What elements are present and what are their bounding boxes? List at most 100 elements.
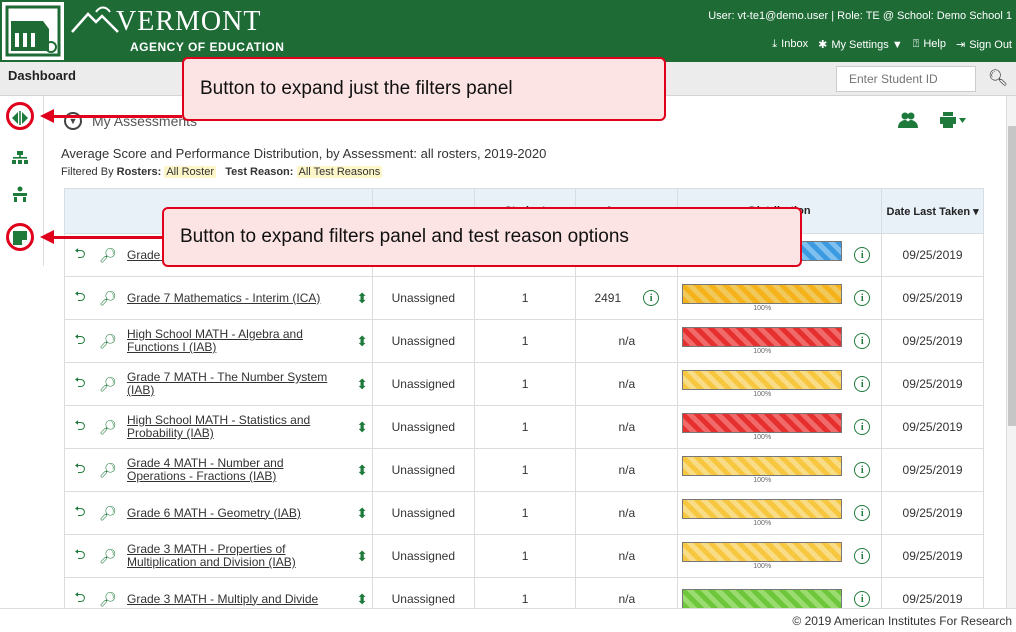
info-icon[interactable]: i (854, 462, 871, 478)
distribution-bar[interactable]: 100% (682, 327, 843, 355)
signout-link[interactable]: ⇥ Sign Out (956, 38, 1012, 51)
status-cell: Unassigned (371, 534, 475, 578)
average-cell: 2491 i (575, 276, 679, 320)
magnifier-icon[interactable]: 🔎︎ (99, 247, 117, 264)
distribution-bar[interactable] (682, 588, 843, 608)
info-icon[interactable]: i (643, 290, 660, 306)
arrow-line (52, 115, 182, 118)
sort-toggle-icon[interactable]: ⬍ (356, 290, 368, 307)
magnifier-icon[interactable]: 🔎︎ (99, 591, 117, 608)
table-row: ⮌ 🔎︎ High School MATH - Statistics and P… (64, 405, 984, 449)
print-icon[interactable] (940, 112, 966, 133)
inbox-link[interactable]: ⤓ Inbox (772, 38, 808, 51)
brand-subtitle: AGENCY OF EDUCATION (130, 40, 285, 54)
sort-toggle-icon[interactable]: ⬍ (356, 505, 368, 522)
student-count: 1 (473, 491, 577, 535)
table-row: ⮌ 🔎︎ Grade 4 MATH - Number and Operation… (64, 448, 984, 492)
magnifier-icon[interactable]: 🔎︎ (99, 333, 117, 350)
page-title: Dashboard (8, 68, 76, 83)
date-last-taken: 09/25/2019 (881, 276, 984, 320)
mountain-logo-icon (71, 6, 119, 33)
average-cell: n/a (575, 319, 679, 363)
average-value: n/a (618, 463, 636, 477)
gear-icon: ✱ (818, 39, 828, 51)
magnifier-icon[interactable]: 🔎︎ (99, 505, 117, 522)
info-icon[interactable]: i (854, 591, 871, 607)
arrow-line (52, 236, 162, 239)
magnifier-icon[interactable]: 🔎︎ (99, 462, 117, 479)
export-icon[interactable]: ⮌ (71, 372, 89, 396)
distribution-cell: 100% i (677, 491, 883, 535)
table-row: ⮌ 🔎︎ Grade 7 Mathematics - Interim (ICA)… (64, 276, 984, 320)
sort-toggle-icon[interactable]: ⬍ (356, 376, 368, 393)
info-icon[interactable]: i (854, 376, 871, 392)
col-date[interactable]: Date Last Taken ▾ (881, 188, 984, 234)
sort-toggle-icon[interactable]: ⬍ (356, 462, 368, 479)
magnifier-icon[interactable]: 🔎︎ (99, 290, 117, 307)
settings-link[interactable]: ✱ My Settings ▼ (818, 38, 903, 51)
classroom-icon (13, 186, 27, 202)
distribution-bar[interactable]: 100% (682, 456, 843, 484)
info-icon[interactable]: i (854, 419, 871, 435)
average-cell: n/a (575, 491, 679, 535)
info-icon[interactable]: i (854, 247, 871, 263)
user-info: User: vt-te1@demo.user | Role: TE @ Scho… (708, 10, 1012, 22)
distribution-bar[interactable]: 100% (682, 413, 843, 441)
distribution-bar[interactable]: 100% (682, 499, 843, 527)
table-row: ⮌ 🔎︎ High School MATH - Algebra and Func… (64, 319, 984, 363)
assessment-link[interactable]: Grade 7 MATH - The Number System (IAB) (127, 371, 332, 397)
main-content: ▼ My Assessments Average Score and Perfo… (46, 96, 1006, 608)
magnifier-icon[interactable]: 🔎︎ (99, 548, 117, 565)
info-icon[interactable]: i (854, 548, 871, 564)
assessment-link[interactable]: Grade 6 MATH - Geometry (IAB) (127, 506, 332, 520)
export-icon[interactable]: ⮌ (71, 501, 89, 525)
classroom-button[interactable] (6, 180, 34, 208)
student-id-input[interactable] (836, 66, 976, 92)
student-count: 1 (473, 577, 577, 608)
student-count: 1 (473, 276, 577, 320)
export-icon[interactable]: ⮌ (71, 458, 89, 482)
sort-toggle-icon[interactable]: ⬍ (356, 591, 368, 608)
export-icon[interactable]: ⮌ (71, 415, 89, 439)
top-header: VERMONT AGENCY OF EDUCATION User: vt-te1… (0, 0, 1016, 62)
assessment-link[interactable]: Grade 7 Mathematics - Interim (ICA) (127, 291, 332, 305)
export-icon[interactable]: ⮌ (71, 587, 89, 608)
magnifier-icon[interactable]: 🔎︎ (99, 419, 117, 436)
info-icon[interactable]: i (854, 290, 871, 306)
reason-filter-value: All Test Reasons (296, 166, 383, 178)
callout-expand-filters: Button to expand just the filters panel (182, 57, 666, 121)
export-icon[interactable]: ⮌ (71, 329, 89, 353)
average-cell: n/a (575, 534, 679, 578)
assessment-link[interactable]: High School MATH - Statistics and Probab… (127, 414, 332, 440)
sort-toggle-icon[interactable]: ⬍ (356, 333, 368, 350)
export-icon[interactable]: ⮌ (71, 544, 89, 568)
assessment-link[interactable]: Grade 3 MATH - Multiply and Divide (127, 592, 332, 606)
date-last-taken: 09/25/2019 (881, 405, 984, 449)
sort-toggle-icon[interactable]: ⬍ (356, 548, 368, 565)
highlight-ring (6, 223, 34, 251)
distribution-bar[interactable]: 100% (682, 284, 843, 312)
org-chart-button[interactable] (6, 144, 34, 172)
status-cell: Unassigned (371, 577, 475, 608)
sort-toggle-icon[interactable]: ⬍ (356, 419, 368, 436)
magnifier-icon[interactable]: 🔎︎ (99, 376, 117, 393)
search-icon[interactable]: 🔍︎ (986, 68, 1010, 90)
export-icon[interactable]: ⮌ (71, 286, 89, 310)
average-cell: n/a (575, 448, 679, 492)
info-icon[interactable]: i (854, 505, 871, 521)
date-last-taken: 09/25/2019 (881, 362, 984, 406)
distribution-bar[interactable]: 100% (682, 370, 843, 398)
scrollbar-thumb[interactable] (1008, 126, 1016, 426)
vertical-scrollbar[interactable] (1006, 96, 1016, 608)
group-users-icon[interactable] (898, 112, 918, 133)
distribution-bar[interactable]: 100% (682, 542, 843, 570)
distribution-cell: i (677, 577, 883, 608)
student-count: 1 (473, 362, 577, 406)
assessment-link[interactable]: Grade 3 MATH - Properties of Multiplicat… (127, 543, 332, 569)
info-icon[interactable]: i (854, 333, 871, 349)
date-last-taken: 09/25/2019 (881, 448, 984, 492)
assessment-link[interactable]: Grade 4 MATH - Number and Operations - F… (127, 457, 332, 483)
export-icon[interactable]: ⮌ (71, 243, 89, 267)
help-link[interactable]: ⍰ Help (913, 38, 946, 51)
assessment-link[interactable]: High School MATH - Algebra and Functions… (127, 328, 332, 354)
